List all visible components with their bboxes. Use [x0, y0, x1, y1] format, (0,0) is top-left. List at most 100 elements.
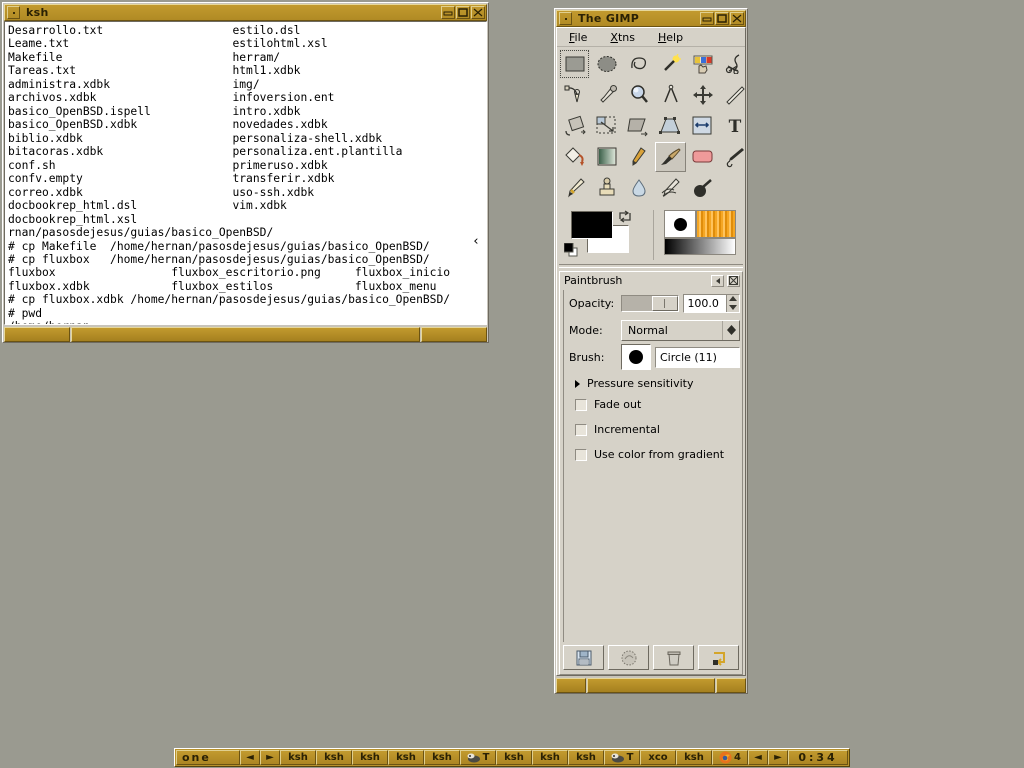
convolve-tool[interactable]	[623, 173, 654, 203]
pencil-tool[interactable]	[623, 142, 654, 172]
taskbar-item-ksh-2[interactable]: ksh	[316, 750, 352, 765]
minimize-button[interactable]	[441, 6, 455, 19]
rotate-tool[interactable]	[559, 111, 590, 141]
blend-tool[interactable]	[591, 142, 622, 172]
ellipse-select-tool[interactable]	[591, 49, 622, 79]
incremental-row[interactable]: Incremental	[575, 423, 740, 436]
color-swatch-area[interactable]	[563, 208, 651, 262]
delete-options-button[interactable]	[653, 645, 694, 670]
taskbar-item-ksh-5[interactable]: ksh	[424, 750, 460, 765]
terminal-resize-grip[interactable]	[4, 327, 487, 342]
opacity-slider-thumb[interactable]	[652, 295, 679, 311]
maximize-button[interactable]	[715, 12, 729, 25]
next-workspace-button[interactable]: ►	[260, 750, 280, 765]
gimp-titlebar[interactable]: The GIMP	[556, 10, 746, 27]
gimp-window[interactable]: The GIMP File Xtns Help T Paintbrush Opa…	[554, 8, 748, 694]
close-button[interactable]	[471, 6, 485, 19]
measure-tool[interactable]	[655, 80, 686, 110]
incremental-checkbox[interactable]	[575, 423, 587, 436]
maximize-button[interactable]	[456, 6, 470, 19]
free-select-tool[interactable]	[623, 49, 654, 79]
dock-close-button[interactable]	[727, 274, 740, 287]
eraser-tool[interactable]	[687, 142, 718, 172]
workspace-label[interactable]: one	[176, 750, 240, 765]
mode-combo-arrows[interactable]	[722, 320, 739, 340]
window-menu-icon[interactable]	[7, 6, 20, 19]
active-pattern-indicator[interactable]	[696, 210, 736, 238]
terminal-window[interactable]: ksh Desarrollo.txt estilo.dsl Leame.txt …	[2, 2, 489, 343]
taskbar-item-ksh-3[interactable]: ksh	[352, 750, 388, 765]
terminal-client-area[interactable]: Desarrollo.txt estilo.dsl Leame.txt esti…	[4, 21, 487, 325]
swap-colors-icon[interactable]	[617, 208, 633, 227]
taskbar-item-ksh-1[interactable]: ksh	[280, 750, 316, 765]
mode-combobox[interactable]: Normal	[621, 319, 740, 341]
close-button[interactable]	[730, 12, 744, 25]
opacity-spin-arrows[interactable]	[726, 294, 739, 312]
smudge-tool[interactable]	[655, 173, 686, 203]
resize-handle-right[interactable]	[421, 327, 487, 342]
revert-icon	[621, 650, 636, 665]
dock-menu-button[interactable]	[711, 274, 724, 287]
prev-task-button[interactable]: ◄	[748, 750, 768, 765]
resize-handle-bottom[interactable]	[587, 678, 715, 693]
taskbar-item-gimp-2[interactable]: T	[604, 750, 640, 765]
brush-preview-button[interactable]	[621, 344, 651, 370]
text-tool[interactable]: T	[719, 111, 750, 141]
active-gradient-indicator[interactable]	[664, 238, 736, 255]
taskbar-item-firefox[interactable]: 4	[712, 750, 748, 765]
perspective-tool[interactable]	[655, 111, 686, 141]
taskbar-item-ksh-6[interactable]: ksh	[496, 750, 532, 765]
menu-file[interactable]: File	[569, 31, 587, 44]
menu-xtns[interactable]: Xtns	[610, 31, 635, 44]
resize-handle-left[interactable]	[4, 327, 70, 342]
minimize-button[interactable]	[700, 12, 714, 25]
move-tool[interactable]	[687, 80, 718, 110]
select-by-color-tool[interactable]	[687, 49, 718, 79]
use-color-from-gradient-checkbox[interactable]	[575, 448, 587, 461]
restore-options-button[interactable]	[608, 645, 649, 670]
airbrush-tool[interactable]	[719, 142, 750, 172]
brush-name-field[interactable]: Circle (11)	[655, 346, 740, 368]
reset-options-button[interactable]	[698, 645, 739, 670]
active-brush-indicator[interactable]	[664, 210, 696, 238]
foreground-color-swatch[interactable]	[571, 211, 613, 239]
rect-select-tool[interactable]	[559, 49, 590, 79]
paintbrush-tool[interactable]	[655, 142, 686, 172]
dodge-burn-tool[interactable]	[687, 173, 718, 203]
ink-tool[interactable]	[559, 173, 590, 203]
clone-tool[interactable]	[591, 173, 622, 203]
terminal-titlebar[interactable]: ksh	[4, 4, 487, 21]
shear-tool[interactable]	[623, 111, 654, 141]
taskbar-item-xco[interactable]: xco	[640, 750, 676, 765]
resize-handle-bottom[interactable]	[71, 327, 420, 342]
bucket-fill-tool[interactable]	[559, 142, 590, 172]
scale-tool[interactable]	[591, 111, 622, 141]
magnify-tool[interactable]	[623, 80, 654, 110]
use-color-from-gradient-row[interactable]: Use color from gradient	[575, 448, 740, 461]
gimp-resize-grip[interactable]	[556, 678, 746, 693]
reset-colors-icon[interactable]	[563, 242, 578, 261]
save-options-button[interactable]	[563, 645, 604, 670]
taskbar-item-ksh-7[interactable]: ksh	[532, 750, 568, 765]
color-picker-tool[interactable]	[591, 80, 622, 110]
menu-help[interactable]: Help	[658, 31, 683, 44]
pressure-sensitivity-expander[interactable]: Pressure sensitivity	[575, 377, 740, 390]
window-menu-icon[interactable]	[559, 12, 572, 25]
resize-handle-left[interactable]	[556, 678, 586, 693]
intelligent-scissors-tool[interactable]	[719, 49, 750, 79]
paths-tool[interactable]	[559, 80, 590, 110]
next-task-button[interactable]: ►	[768, 750, 788, 765]
taskbar-item-ksh-4[interactable]: ksh	[388, 750, 424, 765]
prev-workspace-button[interactable]: ◄	[240, 750, 260, 765]
crop-tool[interactable]	[719, 80, 750, 110]
fade-out-checkbox[interactable]	[575, 398, 587, 411]
fade-out-row[interactable]: Fade out	[575, 398, 740, 411]
taskbar-item-gimp-1[interactable]: T	[460, 750, 496, 765]
opacity-spinbox[interactable]: 100.0	[683, 293, 740, 313]
resize-handle-right[interactable]	[716, 678, 746, 693]
flip-tool[interactable]	[687, 111, 718, 141]
fuzzy-select-tool[interactable]	[655, 49, 686, 79]
taskbar-item-ksh-9[interactable]: ksh	[676, 750, 712, 765]
opacity-slider[interactable]	[621, 294, 680, 312]
taskbar-item-ksh-8[interactable]: ksh	[568, 750, 604, 765]
